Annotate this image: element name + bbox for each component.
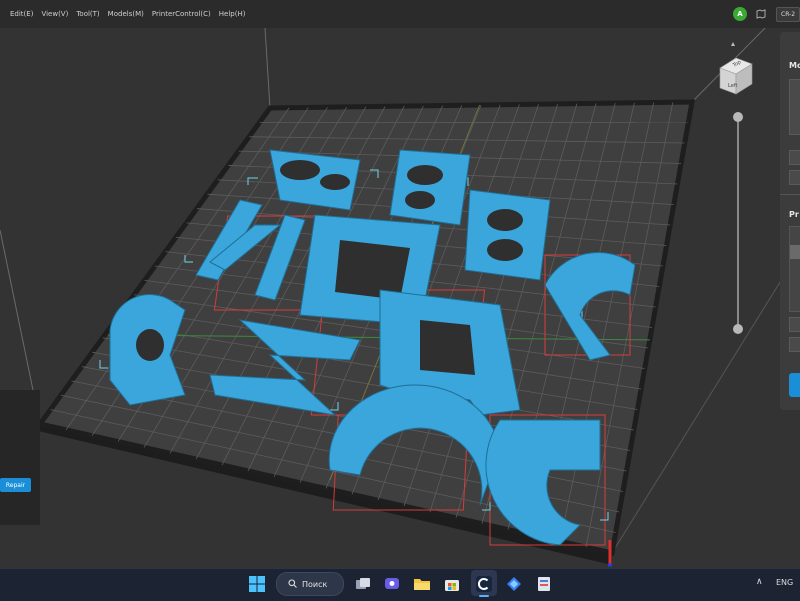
printer-selector[interactable]: CR-2 [776, 7, 800, 22]
menu-item-tool[interactable]: Tool(T) [76, 10, 99, 18]
layer-slider[interactable] [732, 112, 744, 334]
model-list[interactable] [789, 79, 800, 135]
models-section-title: Mo [789, 61, 800, 70]
printer-settings-list[interactable] [789, 226, 800, 312]
divider [780, 194, 800, 195]
menu-item-printercontrol[interactable]: PrinterControl(C) [152, 10, 211, 18]
copilot-icon[interactable] [505, 575, 523, 593]
taskbar-search[interactable]: Поиск [276, 572, 344, 596]
store-icon[interactable] [443, 575, 461, 593]
app-icon[interactable] [535, 575, 553, 593]
home-icon [731, 42, 735, 46]
left-side-panel: Repair [0, 390, 40, 525]
slice-button[interactable] [789, 373, 800, 397]
panel-control[interactable] [789, 337, 800, 352]
task-view-icon[interactable] [354, 575, 372, 593]
repair-button[interactable]: Repair [0, 478, 31, 492]
menu-item-help[interactable]: Help(H) [219, 10, 246, 18]
menu-item-models[interactable]: Models(M) [108, 10, 144, 18]
right-side-panel: Mo Pr [780, 32, 800, 410]
3d-viewport[interactable] [0, 28, 800, 568]
viewcube-side-label: Left [728, 83, 737, 89]
selected-list-item[interactable] [790, 245, 800, 259]
map-icon[interactable] [756, 9, 766, 19]
printer-section-title: Pr [789, 210, 799, 219]
language-indicator[interactable]: ENG [776, 578, 793, 587]
active-indicator [479, 595, 489, 597]
panel-control[interactable] [789, 170, 800, 185]
search-icon [288, 579, 297, 590]
panel-control[interactable] [789, 150, 800, 165]
chat-icon[interactable] [383, 575, 401, 593]
chevron-up-icon[interactable]: ∧ [756, 577, 763, 587]
view-cube[interactable]: Left Top [714, 40, 760, 100]
menu-bar: Edit(E) View(V) Tool(T) Models(M) Printe… [0, 0, 800, 28]
search-label: Поиск [302, 580, 327, 589]
slider-top-handle[interactable] [733, 112, 743, 122]
menu-item-view[interactable]: View(V) [41, 10, 68, 18]
panel-control[interactable] [789, 317, 800, 332]
menu-item-edit[interactable]: Edit(E) [10, 10, 33, 18]
windows-start-icon[interactable] [248, 575, 266, 593]
slider-bottom-handle[interactable] [733, 324, 743, 334]
user-avatar[interactable]: A [733, 7, 747, 21]
file-explorer-icon[interactable] [413, 575, 431, 593]
creality-print-icon[interactable] [475, 575, 493, 593]
